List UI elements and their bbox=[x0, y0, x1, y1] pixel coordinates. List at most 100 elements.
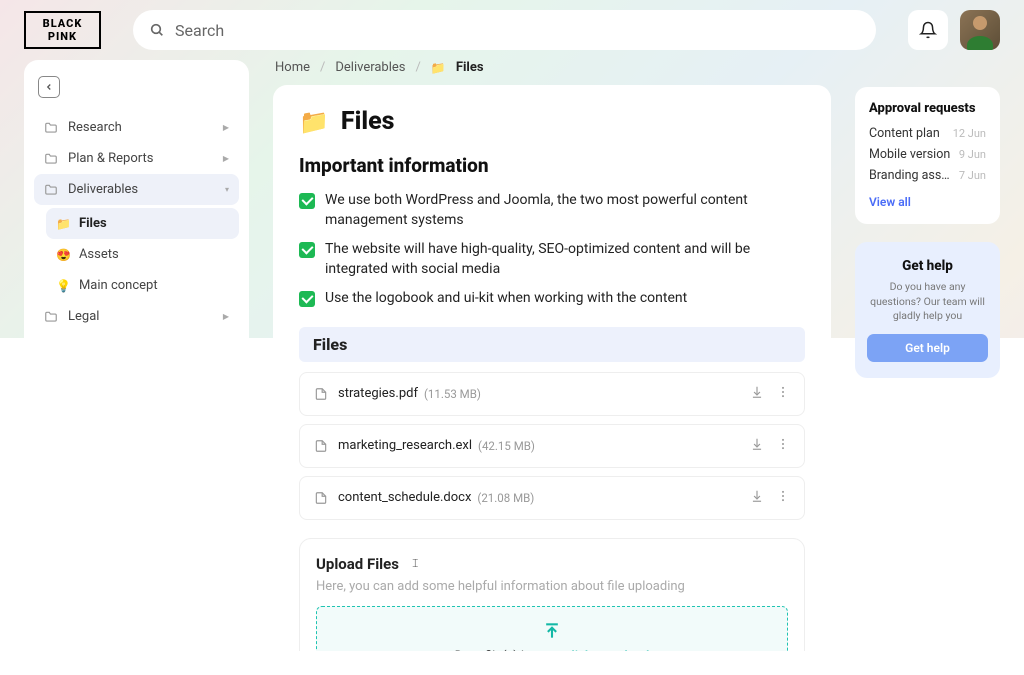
download-icon bbox=[750, 489, 764, 503]
check-icon bbox=[299, 291, 315, 307]
bullet-text: We use both WordPress and Joomla, the tw… bbox=[325, 191, 805, 230]
sidebar-item-plan-reports[interactable]: Plan & Reports ▶ bbox=[34, 143, 239, 174]
approval-name: Branding asse... bbox=[869, 168, 953, 183]
folder-icon bbox=[44, 183, 58, 197]
folder-icon: 📁 bbox=[431, 61, 446, 75]
document-icon bbox=[314, 439, 328, 453]
sidebar: Research ▶ Plan & Reports ▶ Deliverables… bbox=[24, 60, 249, 651]
brand-logo[interactable]: BLACK PINK bbox=[24, 11, 101, 49]
notifications-button[interactable] bbox=[908, 10, 948, 50]
help-heading: Get help bbox=[867, 258, 988, 274]
more-button[interactable] bbox=[776, 437, 790, 455]
sidebar-subitem-label: Assets bbox=[79, 247, 119, 262]
bullet-text: The website will have high-quality, SEO-… bbox=[325, 240, 805, 279]
upload-heading: Upload Files bbox=[316, 555, 399, 573]
more-button[interactable] bbox=[776, 385, 790, 403]
sidebar-item-label: Legal bbox=[68, 309, 99, 324]
approval-date: 12 Jun bbox=[953, 127, 986, 140]
collapse-sidebar-button[interactable] bbox=[38, 76, 60, 98]
get-help-button[interactable]: Get help bbox=[867, 334, 988, 362]
file-name: strategies.pdf bbox=[338, 386, 418, 401]
file-row[interactable]: content_schedule.docx (21.08 MB) bbox=[299, 476, 805, 520]
sidebar-subnav: 📁 Files 😍 Assets 💡 Main concept bbox=[34, 208, 239, 301]
folder-icon bbox=[44, 310, 58, 324]
check-icon bbox=[299, 193, 315, 209]
upload-link[interactable]: click to upload bbox=[565, 649, 650, 651]
breadcrumb-current: Files bbox=[456, 60, 484, 75]
breadcrumb-deliverables[interactable]: Deliverables bbox=[335, 60, 405, 75]
emoji-icon: 😍 bbox=[56, 248, 71, 262]
download-icon bbox=[750, 385, 764, 399]
folder-icon: 📁 bbox=[299, 108, 329, 136]
upload-description[interactable]: Here, you can add some helpful informati… bbox=[316, 579, 788, 594]
avatar[interactable] bbox=[960, 10, 1000, 50]
approval-item[interactable]: Content plan 12 Jun bbox=[869, 126, 986, 141]
check-icon bbox=[299, 242, 315, 258]
files-heading: Files bbox=[299, 327, 805, 362]
view-all-link[interactable]: View all bbox=[869, 195, 911, 209]
approval-date: 9 Jun bbox=[959, 148, 986, 161]
folder-icon: 📁 bbox=[56, 217, 71, 231]
dropzone-text: Drag file(s) here or click to upload bbox=[455, 649, 650, 651]
breadcrumb-separator: / bbox=[416, 60, 421, 75]
sidebar-item-deliverables[interactable]: Deliverables ▾ bbox=[34, 174, 239, 205]
download-button[interactable] bbox=[750, 437, 764, 455]
sidebar-subitem-files[interactable]: 📁 Files bbox=[46, 208, 239, 239]
page-title-text: Files bbox=[341, 107, 395, 136]
search-placeholder: Search bbox=[175, 21, 224, 40]
more-vertical-icon bbox=[776, 489, 790, 503]
chevron-down-icon: ▾ bbox=[225, 185, 229, 194]
chevron-right-icon: ▶ bbox=[223, 154, 229, 163]
chevron-right-icon: ▶ bbox=[223, 123, 229, 132]
file-size: (21.08 MB) bbox=[477, 491, 534, 505]
file-row[interactable]: strategies.pdf (11.53 MB) bbox=[299, 372, 805, 416]
file-size: (11.53 MB) bbox=[424, 387, 481, 401]
approval-requests-card: Approval requests Content plan 12 Jun Mo… bbox=[855, 87, 1000, 224]
help-text: Do you have any questions? Our team will… bbox=[867, 280, 988, 324]
sidebar-item-label: Deliverables bbox=[68, 182, 138, 197]
sidebar-item-label: Plan & Reports bbox=[68, 151, 153, 166]
file-name: marketing_research.exl bbox=[338, 438, 472, 453]
approval-item[interactable]: Branding asse... 7 Jun bbox=[869, 168, 986, 183]
more-button[interactable] bbox=[776, 489, 790, 507]
approval-date: 7 Jun bbox=[959, 169, 986, 182]
info-bullet: We use both WordPress and Joomla, the tw… bbox=[299, 191, 805, 230]
sidebar-item-research[interactable]: Research ▶ bbox=[34, 112, 239, 143]
sidebar-item-label: Research bbox=[68, 120, 122, 135]
lightbulb-icon: 💡 bbox=[56, 279, 71, 293]
folder-icon bbox=[44, 121, 58, 135]
content-area: Home / Deliverables / 📁 Files 📁 Files Im… bbox=[273, 60, 831, 651]
file-size: (42.15 MB) bbox=[478, 439, 535, 453]
download-icon bbox=[750, 437, 764, 451]
approval-name: Content plan bbox=[869, 126, 940, 141]
search-icon bbox=[149, 22, 165, 38]
right-column: Approval requests Content plan 12 Jun Mo… bbox=[855, 87, 1000, 651]
approval-item[interactable]: Mobile version 9 Jun bbox=[869, 147, 986, 162]
search-input[interactable]: Search bbox=[133, 10, 876, 50]
file-row[interactable]: marketing_research.exl (42.15 MB) bbox=[299, 424, 805, 468]
file-name: content_schedule.docx bbox=[338, 490, 471, 505]
upload-icon bbox=[542, 621, 562, 645]
upload-section: Upload Files 𝙸 Here, you can add some he… bbox=[299, 538, 805, 651]
sidebar-subitem-assets[interactable]: 😍 Assets bbox=[46, 239, 239, 270]
breadcrumb-separator: / bbox=[320, 60, 325, 75]
sidebar-subitem-main-concept[interactable]: 💡 Main concept bbox=[46, 270, 239, 301]
download-button[interactable] bbox=[750, 385, 764, 403]
text-cursor-icon: 𝙸 bbox=[411, 556, 419, 571]
approval-name: Mobile version bbox=[869, 147, 950, 162]
more-vertical-icon bbox=[776, 385, 790, 399]
upload-dropzone[interactable]: Drag file(s) here or click to upload bbox=[316, 606, 788, 651]
sidebar-subitem-label: Files bbox=[79, 216, 107, 231]
breadcrumb-home[interactable]: Home bbox=[275, 60, 310, 75]
info-bullets: We use both WordPress and Joomla, the tw… bbox=[299, 191, 805, 309]
bullet-text: Use the logobook and ui-kit when working… bbox=[325, 289, 687, 309]
page-card: 📁 Files Important information We use bot… bbox=[273, 85, 831, 651]
sidebar-item-legal[interactable]: Legal ▶ bbox=[34, 301, 239, 332]
more-vertical-icon bbox=[776, 437, 790, 451]
folder-icon bbox=[44, 152, 58, 166]
top-bar: BLACK PINK Search bbox=[0, 0, 1024, 60]
section-heading-info: Important information bbox=[299, 154, 805, 177]
download-button[interactable] bbox=[750, 489, 764, 507]
info-bullet: The website will have high-quality, SEO-… bbox=[299, 240, 805, 279]
bell-icon bbox=[919, 21, 937, 39]
